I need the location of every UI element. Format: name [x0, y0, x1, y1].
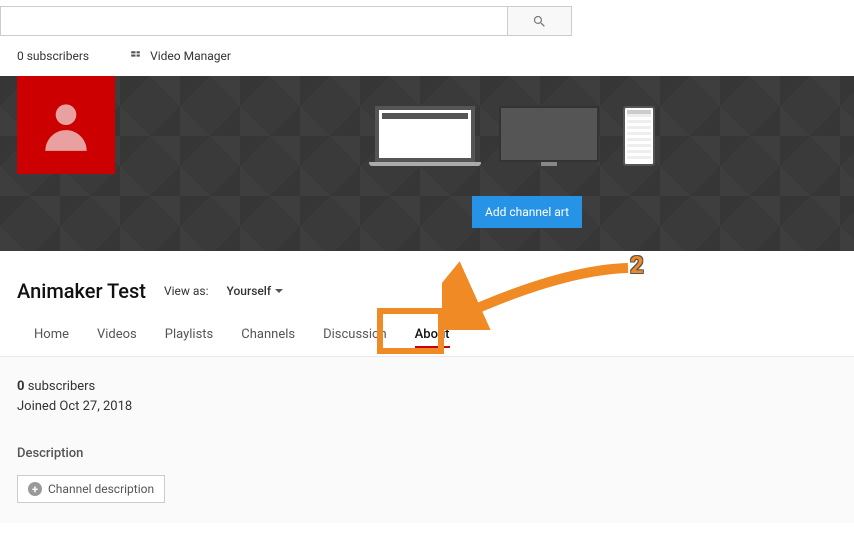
tab-discussion[interactable]: Discussion — [323, 327, 387, 356]
tab-playlists[interactable]: Playlists — [165, 327, 213, 356]
video-manager-label: Video Manager — [150, 49, 231, 63]
add-channel-art-button[interactable]: Add channel art — [472, 196, 582, 228]
channel-description-button[interactable]: + Channel description — [17, 475, 165, 503]
laptop-icon — [375, 106, 475, 166]
channel-name: Animaker Test — [17, 279, 146, 303]
search-icon — [532, 14, 547, 29]
description-heading: Description — [17, 446, 837, 461]
annotation-step-number: 2 — [630, 251, 644, 279]
channel-description-label: Channel description — [48, 482, 154, 496]
tab-channels[interactable]: Channels — [241, 327, 295, 356]
video-manager-link[interactable]: Video Manager — [129, 48, 231, 64]
plus-icon: + — [28, 482, 42, 496]
chevron-down-icon — [275, 289, 283, 293]
subscriber-count-top: 0 subscribers — [17, 49, 89, 63]
channel-banner: Add channel art — [0, 76, 854, 251]
tab-home[interactable]: Home — [34, 327, 69, 356]
tab-about[interactable]: About — [415, 327, 450, 356]
device-preview — [375, 106, 655, 166]
channel-avatar[interactable] — [17, 76, 115, 174]
tab-videos[interactable]: Videos — [97, 327, 137, 356]
view-as-dropdown[interactable]: Yourself — [227, 284, 284, 298]
search-button[interactable] — [507, 7, 571, 35]
tv-icon — [499, 106, 599, 166]
channel-top-bar: 0 subscribers Video Manager — [0, 36, 854, 76]
view-as-label: View as: — [164, 284, 209, 298]
person-icon — [35, 94, 97, 156]
channel-tabs: Home Videos Playlists Channels Discussio… — [17, 303, 837, 356]
about-subscribers: 0 subscribers — [17, 377, 837, 397]
channel-header: Animaker Test View as: Yourself Home Vid… — [0, 251, 854, 356]
phone-icon — [623, 106, 655, 166]
search-bar — [0, 6, 572, 36]
video-manager-icon — [129, 48, 142, 64]
search-input[interactable] — [1, 7, 507, 35]
about-joined-date: Joined Oct 27, 2018 — [17, 397, 837, 417]
view-as-value: Yourself — [227, 284, 272, 298]
about-content: 0 subscribers Joined Oct 27, 2018 Descri… — [0, 356, 854, 523]
